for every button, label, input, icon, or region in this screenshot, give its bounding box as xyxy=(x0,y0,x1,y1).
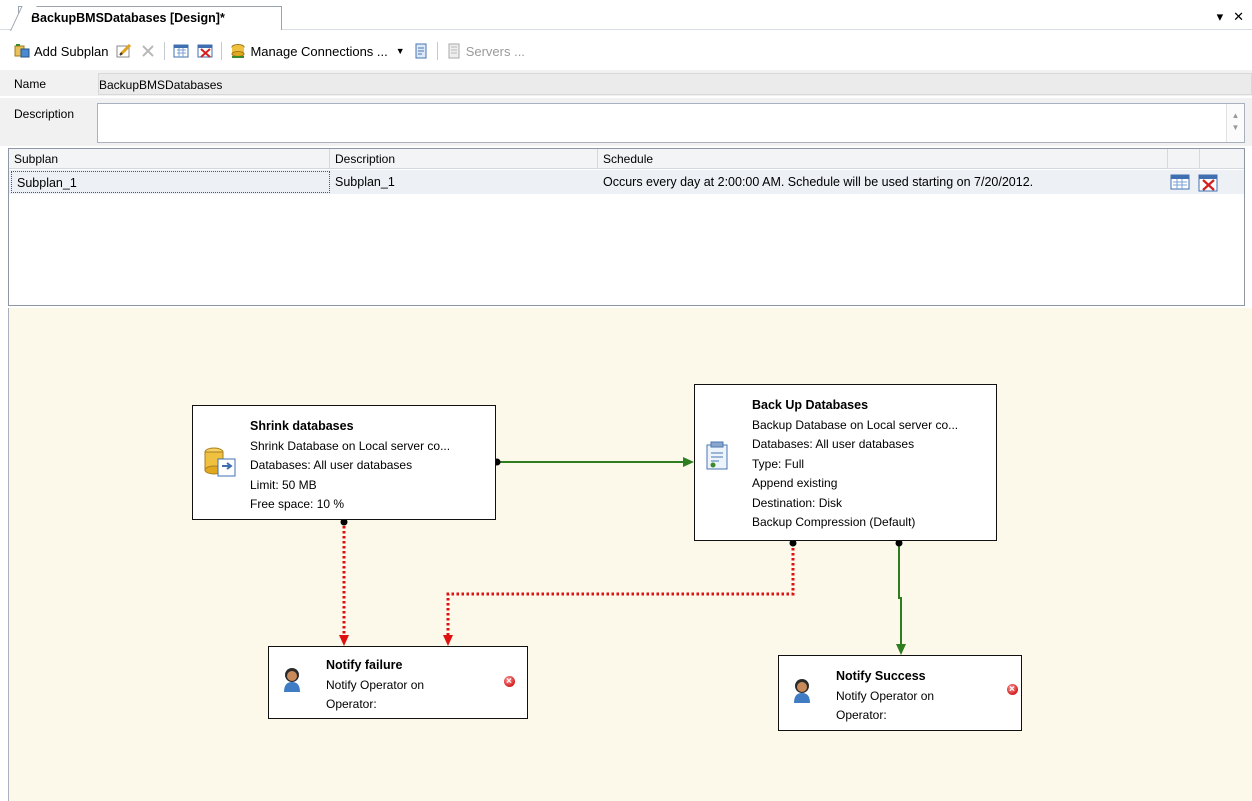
remove-schedule-row-button[interactable] xyxy=(1196,170,1228,194)
report-icon xyxy=(413,43,429,59)
task-detail-line: Backup Database on Local server co... xyxy=(752,417,959,432)
name-label: Name xyxy=(14,77,47,91)
column-header-schedule-action xyxy=(1168,149,1200,169)
description-field[interactable]: ▲ ▼ xyxy=(97,103,1245,143)
table-row[interactable]: Subplan_1 Subplan_1 Occurs every day at … xyxy=(9,170,1244,194)
name-field[interactable]: BackupBMSDatabases xyxy=(98,73,1252,95)
task-detail-line: Databases: All user databases xyxy=(752,437,915,451)
task-title: Notify failure xyxy=(326,658,403,672)
manage-connections-icon xyxy=(230,43,246,59)
servers-icon xyxy=(446,43,462,59)
scroll-down-icon[interactable]: ▼ xyxy=(1227,122,1244,134)
description-property-row: Description ▲ ▼ xyxy=(0,98,1252,146)
task-detail-line: Append existing xyxy=(752,476,838,490)
name-property-row: Name BackupBMSDatabases xyxy=(0,70,1252,96)
subplan-grid: Subplan Description Schedule Subplan_1 S… xyxy=(8,148,1245,306)
delete-subplan-button[interactable] xyxy=(136,40,160,62)
scroll-up-icon[interactable]: ▲ xyxy=(1227,110,1244,122)
task-detail-line: Operator: xyxy=(836,708,887,722)
description-scrollbar[interactable]: ▲ ▼ xyxy=(1226,104,1244,142)
task-title: Notify Success xyxy=(836,669,926,683)
dropdown-arrow-icon: ▼ xyxy=(395,46,405,56)
subplan-schedule-button[interactable] xyxy=(169,40,193,62)
column-header-remove-action xyxy=(1200,149,1232,169)
document-tab[interactable]: BackupBMSDatabases [Design]* xyxy=(18,6,282,30)
column-header-schedule[interactable]: Schedule xyxy=(598,149,1168,169)
notify-success-task[interactable]: Notify Success Notify Operator on Operat… xyxy=(778,655,1022,731)
close-document-icon[interactable]: ✕ xyxy=(1233,9,1244,25)
window-position-dropdown-icon[interactable]: ▾ xyxy=(1217,9,1224,25)
error-icon[interactable] xyxy=(1007,680,1018,700)
remove-schedule-button[interactable] xyxy=(193,40,217,62)
task-detail-line: Free space: 10 % xyxy=(250,497,345,511)
add-subplan-label: Add Subplan xyxy=(34,43,109,59)
task-detail-line: Limit: 50 MB xyxy=(250,477,317,492)
add-subplan-button[interactable]: Add Subplan xyxy=(10,40,112,62)
shrink-database-icon xyxy=(203,446,237,485)
maintenance-plan-toolbar: Add Subplan Manage Connections ... ▼ Ser… xyxy=(0,38,1252,64)
calendar-icon xyxy=(173,43,189,59)
task-detail-line: Databases: All user databases xyxy=(250,458,413,472)
description-cell[interactable]: Subplan_1 xyxy=(330,170,598,194)
subplan-grid-header: Subplan Description Schedule xyxy=(9,149,1244,169)
servers-label: Servers ... xyxy=(465,43,525,59)
edit-schedule-button[interactable] xyxy=(1164,170,1196,194)
servers-button[interactable]: Servers ... xyxy=(442,40,529,62)
remove-schedule-icon xyxy=(1198,174,1218,195)
add-subplan-icon xyxy=(14,43,30,59)
toolbar-separator xyxy=(221,42,223,60)
subplan-cell[interactable]: Subplan_1 xyxy=(11,171,330,193)
notify-failure-task[interactable]: Notify failure Notify Operator on Operat… xyxy=(268,646,528,719)
task-detail-line: Backup Compression (Default) xyxy=(752,515,916,529)
task-title: Shrink databases xyxy=(250,419,354,433)
name-field-value: BackupBMSDatabases xyxy=(99,78,223,92)
edit-icon xyxy=(116,43,132,59)
column-header-description[interactable]: Description xyxy=(330,149,598,169)
manage-connections-dropdown[interactable]: ▼ xyxy=(392,40,409,62)
operator-icon xyxy=(279,665,305,700)
toolbar-separator xyxy=(164,42,166,60)
task-detail-line: Notify Operator on xyxy=(326,677,425,692)
shrink-databases-task[interactable]: Shrink databases Shrink Database on Loca… xyxy=(192,405,496,520)
calendar-icon xyxy=(1170,174,1190,193)
tab-strip-controls: ▾ ✕ xyxy=(1217,9,1244,25)
error-icon[interactable] xyxy=(504,672,515,692)
task-detail-line: Operator: xyxy=(326,697,377,711)
toolbar-separator xyxy=(436,42,438,60)
document-tab-title: BackupBMSDatabases [Design]* xyxy=(31,11,225,25)
manage-connections-button[interactable]: Manage Connections ... xyxy=(226,40,391,62)
back-up-databases-task[interactable]: Back Up Databases Backup Database on Loc… xyxy=(694,384,997,541)
task-title: Back Up Databases xyxy=(752,398,869,412)
document-tab-strip: BackupBMSDatabases [Design]* ▾ ✕ xyxy=(0,0,1252,30)
task-detail-line: Destination: Disk xyxy=(752,495,843,510)
task-detail-line: Notify Operator on xyxy=(836,688,935,703)
reporting-logging-button[interactable] xyxy=(409,40,433,62)
delete-icon xyxy=(140,43,156,59)
task-detail-line: Type: Full xyxy=(752,456,805,471)
designer-surface[interactable] xyxy=(8,308,1252,801)
schedule-cell[interactable]: Occurs every day at 2:00:00 AM. Schedule… xyxy=(598,170,1164,194)
description-label: Description xyxy=(14,107,75,121)
backup-database-icon xyxy=(705,441,731,478)
task-detail-line: Shrink Database on Local server co... xyxy=(250,438,451,453)
manage-connections-label: Manage Connections ... xyxy=(250,43,388,59)
operator-icon xyxy=(789,676,815,711)
subplan-properties-button[interactable] xyxy=(112,40,136,62)
column-header-subplan[interactable]: Subplan xyxy=(9,149,330,169)
remove-schedule-icon xyxy=(197,43,213,59)
